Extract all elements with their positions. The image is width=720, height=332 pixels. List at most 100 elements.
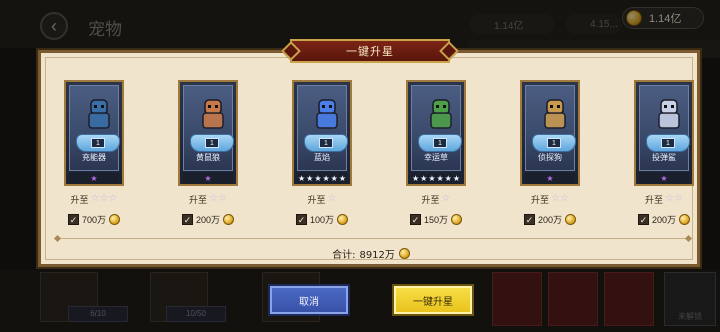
pet-shark-icon xyxy=(658,99,680,129)
gold-coin-icon xyxy=(451,213,463,225)
pet-card[interactable]: 1 充能器 ★ xyxy=(64,80,124,186)
pet-card[interactable]: 1 投弹鲨 ★ xyxy=(634,80,694,186)
select-checkbox[interactable]: ✓ xyxy=(295,213,307,225)
pet-card-column: 1 侦探狗 ★ 升至 ☆☆ ✓ 200万 xyxy=(520,80,580,226)
star-icon: ★ xyxy=(452,173,461,183)
upgrade-label: 升至 xyxy=(645,195,664,206)
current-stars: ★ xyxy=(525,173,575,184)
upgrade-target: 升至 ☆☆ xyxy=(520,192,580,206)
pet-card-portrait: 1 侦探狗 xyxy=(525,85,576,171)
level-badge: 1 xyxy=(433,138,447,148)
upgrade-target: 升至 ☆☆☆ xyxy=(64,192,124,206)
pet-card-column: 1 幸运草 ★ ★ ★ ★ ★ ★ 升至 ☆ ✓ 150万 xyxy=(406,80,466,226)
total-value: 8912万 xyxy=(359,250,395,261)
pet-card-column: 1 充能器 ★ 升至 ☆☆☆ ✓ 700万 xyxy=(64,80,124,226)
cost-row: ✓ 150万 xyxy=(406,212,466,226)
cost-value: 200万 xyxy=(651,214,677,225)
select-checkbox[interactable]: ✓ xyxy=(409,213,421,225)
level-badge: 1 xyxy=(547,138,561,148)
total-label: 合计: xyxy=(332,250,356,261)
pet-card-column: 1 蓝焰 ★ ★ ★ ★ ★ ★ 升至 ☆ ✓ 100万 xyxy=(292,80,352,226)
current-stars: ★ ★ ★ ★ ★ ★ xyxy=(297,173,347,184)
pet-card[interactable]: 1 幸运草 ★ ★ ★ ★ ★ ★ xyxy=(406,80,466,186)
cost-value: 700万 xyxy=(81,214,107,225)
star-icon: ★ xyxy=(428,173,436,183)
pet-card[interactable]: 1 侦探狗 ★ xyxy=(520,80,580,186)
target-stars: ☆☆ xyxy=(551,193,569,204)
cost-row: ✓ 700万 xyxy=(64,212,124,226)
star-icon: ★ xyxy=(322,173,330,183)
select-checkbox[interactable]: ✓ xyxy=(181,213,193,225)
level-badge: 1 xyxy=(205,138,219,148)
pet-name: 投弹鲨 xyxy=(652,153,676,162)
star-icon: ★ xyxy=(297,173,306,183)
upgrade-star-dialog xyxy=(38,50,700,267)
select-checkbox[interactable]: ✓ xyxy=(523,213,535,225)
dialog-inner-border xyxy=(45,57,693,260)
level-badge: 1 xyxy=(91,138,105,148)
current-stars: ★ xyxy=(183,173,233,184)
pet-name: 幸运草 xyxy=(424,153,448,162)
level-badge: 1 xyxy=(319,138,333,148)
cancel-button[interactable]: 取消 xyxy=(268,284,350,316)
pet-name: 侦探狗 xyxy=(538,153,562,162)
select-checkbox[interactable]: ✓ xyxy=(67,213,79,225)
gold-coin-icon xyxy=(679,213,691,225)
pet-card[interactable]: 1 蓝焰 ★ ★ ★ ★ ★ ★ xyxy=(292,80,352,186)
upgrade-label: 升至 xyxy=(189,195,208,206)
upgrade-label: 升至 xyxy=(70,195,89,206)
cost-value: 150万 xyxy=(423,214,449,225)
pet-card-portrait: 1 黄鼠狼 xyxy=(183,85,234,171)
star-icon: ★ xyxy=(546,173,554,183)
cost-row: ✓ 100万 xyxy=(292,212,352,226)
pet-card-portrait: 1 幸运草 xyxy=(411,85,462,171)
star-icon: ★ xyxy=(436,173,444,183)
upgrade-target: 升至 ☆ xyxy=(406,192,466,206)
pet-clover-icon xyxy=(430,99,452,129)
star-icon: ★ xyxy=(411,173,420,183)
level-badge: 1 xyxy=(661,138,675,148)
star-icon: ★ xyxy=(204,173,212,183)
cost-row: ✓ 200万 xyxy=(520,212,580,226)
gold-coin-icon xyxy=(398,248,410,259)
star-icon: ★ xyxy=(660,173,668,183)
pet-robot-icon xyxy=(88,99,110,129)
total-cost: 合计: 8912万 xyxy=(296,246,446,261)
pet-flame-icon xyxy=(316,99,338,129)
target-stars: ☆☆ xyxy=(665,193,683,204)
pet-card-portrait: 1 充能器 xyxy=(69,85,120,171)
select-checkbox[interactable]: ✓ xyxy=(637,213,649,225)
cost-value: 200万 xyxy=(195,214,221,225)
upgrade-target: 升至 ☆☆ xyxy=(634,192,694,206)
pet-name: 蓝焰 xyxy=(314,153,330,162)
star-icon: ★ xyxy=(330,173,338,183)
gold-coin-icon xyxy=(565,213,577,225)
target-stars: ☆☆ xyxy=(209,193,227,204)
pet-card-column: 1 投弹鲨 ★ 升至 ☆☆ ✓ 200万 xyxy=(634,80,694,226)
pet-card-portrait: 1 投弹鲨 xyxy=(639,85,690,171)
pet-beast-icon xyxy=(202,99,224,129)
star-icon: ★ xyxy=(444,173,452,183)
dialog-title: 一键升星 xyxy=(290,39,450,63)
current-stars: ★ xyxy=(639,173,689,184)
star-icon: ★ xyxy=(314,173,322,183)
gold-coin-icon xyxy=(337,213,349,225)
star-icon: ★ xyxy=(306,173,314,183)
star-icon: ★ xyxy=(338,173,347,183)
cost-row: ✓ 200万 xyxy=(178,212,238,226)
target-stars: ☆ xyxy=(441,193,451,204)
upgrade-label: 升至 xyxy=(307,195,326,206)
star-icon: ★ xyxy=(90,173,98,183)
upgrade-target: 升至 ☆☆ xyxy=(178,192,238,206)
upgrade-target: 升至 ☆ xyxy=(292,192,352,206)
pet-card[interactable]: 1 黄鼠狼 ★ xyxy=(178,80,238,186)
pet-dog-icon xyxy=(544,99,566,129)
gold-coin-icon xyxy=(223,213,235,225)
pet-name: 黄鼠狼 xyxy=(196,153,220,162)
gold-coin-icon xyxy=(109,213,121,225)
pet-card-column: 1 黄鼠狼 ★ 升至 ☆☆ ✓ 200万 xyxy=(178,80,238,226)
upgrade-all-button[interactable]: 一键升星 xyxy=(392,284,474,316)
star-icon: ★ xyxy=(420,173,428,183)
upgrade-label: 升至 xyxy=(421,195,440,206)
divider xyxy=(58,238,688,239)
